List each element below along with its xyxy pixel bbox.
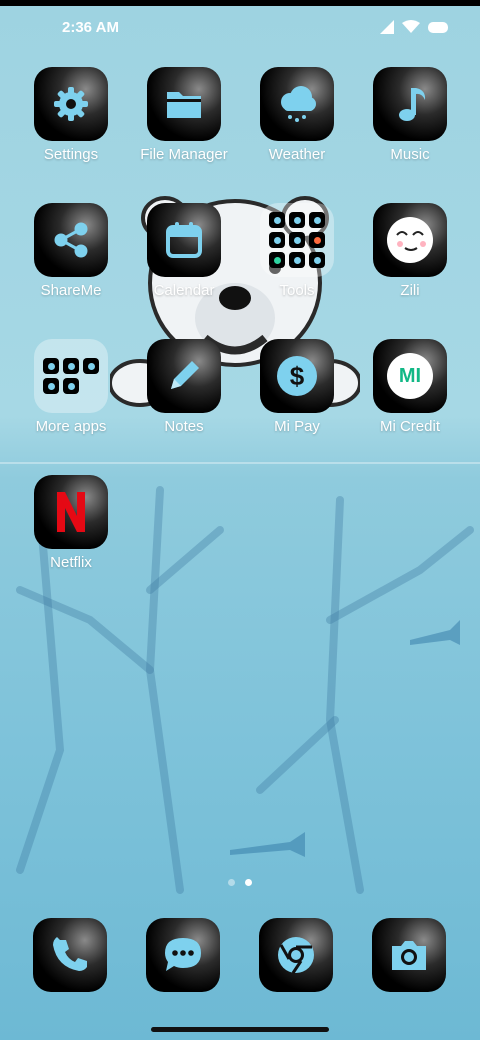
app-label: Mi Credit	[379, 418, 440, 435]
app-label: Music	[390, 146, 430, 163]
app-calendar[interactable]: Calendar	[129, 203, 239, 321]
app-label: Notes	[164, 418, 204, 435]
app-shareme[interactable]: ShareMe	[16, 203, 126, 321]
app-weather[interactable]: Weather	[242, 67, 352, 185]
camera-icon	[372, 918, 446, 992]
app-mi-credit[interactable]: MI Mi Credit	[355, 339, 465, 457]
app-label: ShareMe	[40, 282, 102, 299]
page-indicator	[228, 879, 252, 886]
app-notes[interactable]: Notes	[129, 339, 239, 457]
share-icon	[34, 203, 108, 277]
folder-icon	[147, 67, 221, 141]
app-mi-pay[interactable]: $ Mi Pay	[242, 339, 352, 457]
mini-app-icon	[83, 358, 99, 374]
mini-app-icon	[309, 232, 325, 248]
battery-icon	[428, 21, 448, 33]
app-music[interactable]: Music	[355, 67, 465, 185]
wifi-icon	[402, 20, 420, 33]
app-label: Zili	[400, 282, 420, 299]
app-label: Tools	[279, 282, 315, 299]
mini-app-icon	[63, 378, 79, 394]
mini-app-icon	[269, 212, 285, 228]
dock-camera[interactable]	[354, 918, 464, 994]
mi-credit-logo-text: MI	[398, 364, 422, 387]
signal-icon	[380, 20, 394, 34]
svg-text:$: $	[290, 361, 305, 391]
folder-tools[interactable]: Tools	[242, 203, 352, 321]
folder-more-apps[interactable]: More apps	[16, 339, 126, 457]
dollar-icon: $	[260, 339, 334, 413]
mi-credit-logo: MI	[373, 339, 447, 413]
mini-app-icon	[289, 252, 305, 268]
app-zili[interactable]: Zili	[355, 203, 465, 321]
mini-app-icon	[43, 378, 59, 394]
dock-phone[interactable]	[15, 918, 125, 994]
app-file-manager[interactable]: File Manager	[129, 67, 239, 185]
dock-chrome[interactable]	[241, 918, 351, 994]
page-dot-active[interactable]	[245, 879, 252, 886]
chat-icon	[146, 918, 220, 992]
home-indicator[interactable]	[151, 1027, 329, 1032]
app-label: Mi Pay	[274, 418, 320, 435]
page-dot[interactable]	[228, 879, 235, 886]
status-bar: 2:36 AM	[0, 6, 480, 50]
music-note-icon	[373, 67, 447, 141]
app-label: Netflix	[50, 554, 92, 571]
calendar-icon	[147, 203, 221, 277]
mini-app-icon	[269, 252, 285, 268]
netflix-icon	[34, 475, 108, 549]
pencil-icon	[147, 339, 221, 413]
app-netflix[interactable]: Netflix	[16, 475, 126, 593]
app-label: Settings	[43, 146, 99, 163]
dock-messaging[interactable]	[128, 918, 238, 994]
app-label: Calendar	[153, 282, 215, 299]
phone-icon	[33, 918, 107, 992]
mini-app-icon	[269, 232, 285, 248]
status-time: 2:36 AM	[62, 19, 119, 36]
gear-icon	[34, 67, 108, 141]
status-icons	[380, 20, 448, 34]
folder-grid-icon	[260, 203, 334, 277]
waterline	[0, 462, 480, 464]
app-label: File Manager	[140, 146, 228, 163]
mini-app-icon	[289, 212, 305, 228]
mini-app-icon	[309, 252, 325, 268]
mini-app-icon	[309, 212, 325, 228]
smiley-face-icon	[373, 203, 447, 277]
app-settings[interactable]: Settings	[16, 67, 126, 185]
app-label: More apps	[35, 418, 107, 435]
mini-app-icon	[63, 358, 79, 374]
folder-grid-icon	[34, 339, 108, 413]
app-label: Weather	[268, 146, 326, 163]
chrome-icon	[259, 918, 333, 992]
mini-app-icon	[43, 358, 59, 374]
mini-app-icon	[289, 232, 305, 248]
cloud-rain-icon	[260, 67, 334, 141]
